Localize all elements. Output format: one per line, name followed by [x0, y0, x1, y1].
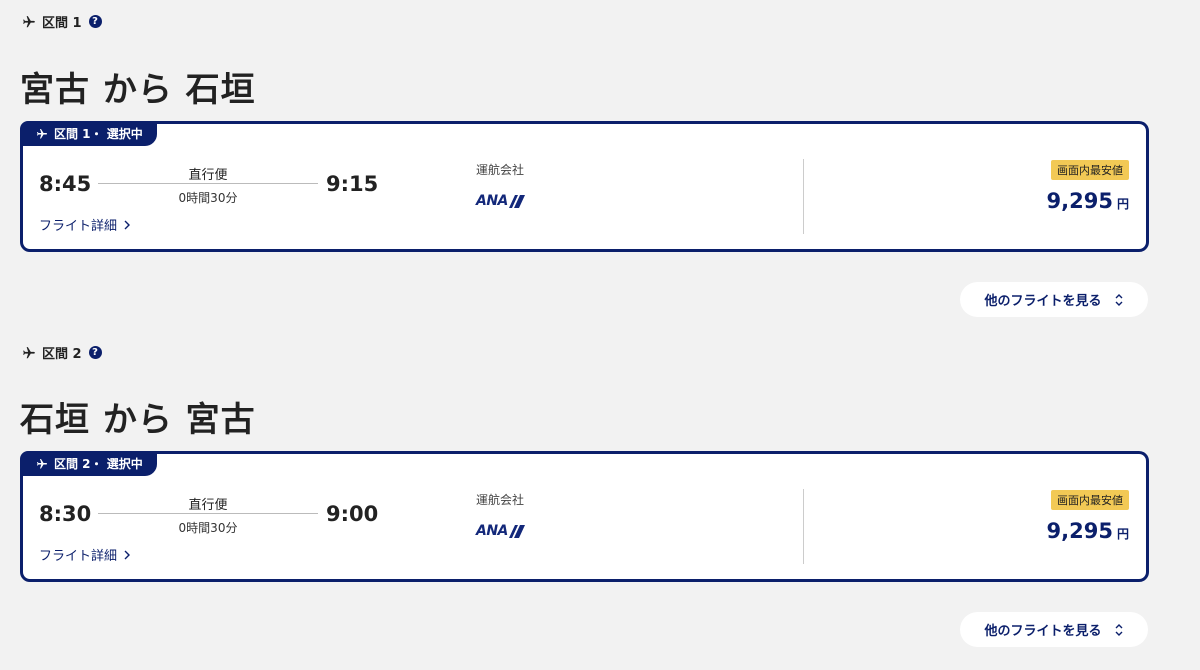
segment-1-label: 区間 1 ?: [22, 12, 102, 31]
see-more-flights-button[interactable]: 他のフライトを見る: [960, 612, 1148, 647]
fare-price: 9,295 円: [1047, 519, 1129, 543]
help-icon[interactable]: ?: [88, 346, 102, 359]
flight-details-label: フライト詳細: [39, 219, 118, 234]
ana-logo: ANA: [476, 193, 525, 209]
price-amount: 9,295: [1046, 519, 1113, 543]
price-amount: 9,295: [1046, 189, 1113, 213]
operator-label: 運航会社: [476, 493, 525, 507]
arrival-time: 9:00: [326, 502, 379, 526]
flight-duration: 0時間30分: [178, 521, 238, 535]
segment-label-text: 区間 2: [42, 347, 82, 362]
flight-duration: 0時間30分: [178, 191, 238, 205]
route-title: 石垣 から 宮古: [20, 400, 256, 440]
lowest-price-badge: 画面内最安値: [1051, 490, 1129, 510]
chevron-right-icon: [124, 550, 131, 559]
selected-tab-label: 区間 2・ 選択中: [54, 457, 143, 471]
see-more-flights-label: 他のフライトを見る: [984, 294, 1102, 309]
lowest-price-badge: 画面内最安値: [1051, 160, 1129, 180]
flight-card-selected[interactable]: 区間 1・ 選択中 8:45 直行便 0時間30分 9:15 フライト詳細 運航…: [20, 121, 1149, 252]
flight-type: 直行便: [188, 498, 228, 513]
flight-card-selected[interactable]: 区間 2・ 選択中 8:30 直行便 0時間30分 9:00 フライト詳細 運航…: [20, 451, 1149, 582]
operator-label: 運航会社: [476, 163, 525, 177]
segment-label-text: 区間 1: [42, 16, 82, 31]
card-divider: [803, 159, 804, 234]
price-currency: 円: [1116, 197, 1129, 211]
ana-stripe-icon: [508, 524, 525, 538]
price-currency: 円: [1116, 527, 1129, 541]
selected-tab: 区間 2・ 選択中: [20, 451, 157, 476]
see-more-flights-label: 他のフライトを見る: [984, 624, 1102, 639]
ana-logo: ANA: [476, 523, 525, 539]
selected-tab: 区間 1・ 選択中: [20, 121, 157, 146]
fare-price: 9,295 円: [1047, 189, 1129, 213]
operator-name: ANA: [476, 523, 508, 539]
card-divider: [803, 489, 804, 564]
flight-details-label: フライト詳細: [39, 549, 118, 564]
chevron-right-icon: [124, 220, 131, 229]
flight-details-link[interactable]: フライト詳細: [39, 215, 131, 234]
ana-stripe-icon: [508, 194, 525, 208]
flight-line: [98, 183, 318, 184]
flight-details-link[interactable]: フライト詳細: [39, 545, 131, 564]
see-more-flights-button[interactable]: 他のフライトを見る: [960, 282, 1148, 317]
help-icon[interactable]: ?: [88, 15, 102, 28]
departure-time: 8:30: [39, 502, 92, 526]
plane-icon: [37, 458, 47, 468]
plane-icon: [23, 346, 35, 358]
selected-tab-label: 区間 1・ 選択中: [54, 127, 143, 141]
plane-icon: [37, 128, 47, 138]
plane-icon: [23, 15, 35, 27]
route-title: 宮古 から 石垣: [20, 70, 256, 110]
chevron-up-down-icon: [1115, 293, 1122, 306]
departure-time: 8:45: [39, 172, 92, 196]
operator-name: ANA: [476, 193, 508, 209]
arrival-time: 9:15: [326, 172, 379, 196]
chevron-up-down-icon: [1115, 623, 1122, 636]
segment-2-label: 区間 2 ?: [22, 343, 102, 362]
flight-type: 直行便: [188, 168, 228, 183]
flight-line: [98, 513, 318, 514]
